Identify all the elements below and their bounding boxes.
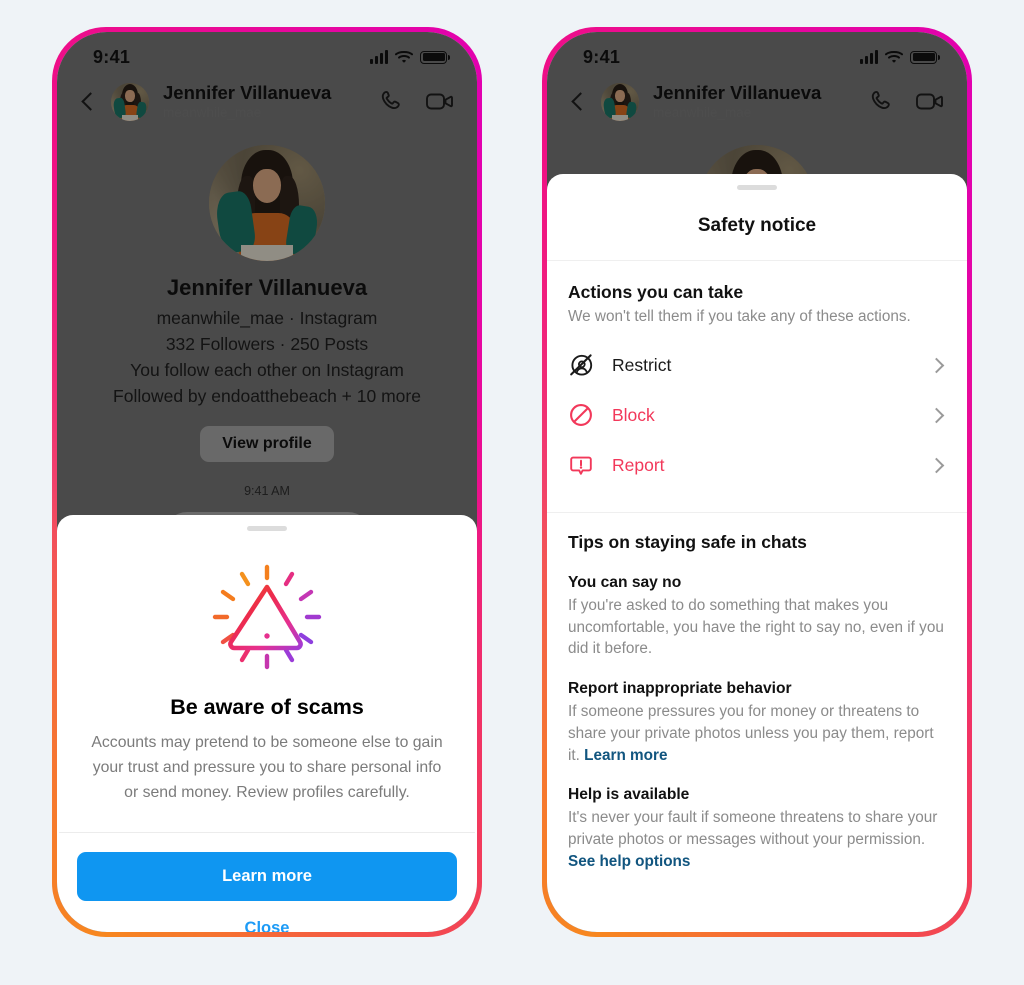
warning-triangle-burst-icon <box>204 561 330 677</box>
phone-mockup-left: 9:41 Jennifer Villanueva meanwhile_mae J… <box>52 27 482 937</box>
actions-list: Restrict Block Report <box>547 330 967 512</box>
see-help-options-link[interactable]: See help options <box>568 853 690 870</box>
tip-body: If you're asked to do something that mak… <box>568 595 946 660</box>
learn-more-link[interactable]: Learn more <box>584 747 667 764</box>
tip-body: It's never your fault if someone threate… <box>568 807 946 872</box>
action-row-report[interactable]: Report <box>568 440 946 490</box>
tip-body: If someone pressures you for money or th… <box>568 701 946 766</box>
action-row-block[interactable]: Block <box>568 390 946 440</box>
actions-subtext: We won't tell them if you take any of th… <box>568 308 911 325</box>
action-label: Restrict <box>612 354 672 375</box>
screenshot-stage: 9:41 Jennifer Villanueva meanwhile_mae J… <box>0 0 1024 985</box>
scam-dialog-description: Accounts may pretend to be someone else … <box>91 734 443 801</box>
tip-item: Help is available It's never your fault … <box>568 786 946 872</box>
tip-text: If you're asked to do something that mak… <box>568 597 944 658</box>
tips-heading: Tips on staying safe in chats <box>568 532 807 552</box>
learn-more-button[interactable]: Learn more <box>77 851 457 901</box>
safety-notice-sheet: Safety notice Actions you can take We wo… <box>547 174 967 932</box>
action-label: Report <box>612 454 665 475</box>
phone-mockup-right: 9:41 Jennifer Villanueva meanwhile_mae S… <box>542 27 972 937</box>
tip-title: Report inappropriate behavior <box>568 680 792 698</box>
scam-warning-sheet: Be aware of scams Accounts may pretend t… <box>57 515 477 932</box>
actions-section: Actions you can take We won't tell them … <box>547 261 967 330</box>
scam-dialog-title: Be aware of scams <box>170 695 364 719</box>
phone-screen-left: 9:41 Jennifer Villanueva meanwhile_mae J… <box>57 32 477 932</box>
chevron-right-icon <box>928 407 945 423</box>
action-label: Block <box>612 404 655 425</box>
restrict-icon <box>568 352 594 378</box>
safety-notice-title: Safety notice <box>697 215 817 236</box>
tip-item: Report inappropriate behavior If someone… <box>568 680 946 766</box>
chevron-right-icon <box>928 357 945 373</box>
tip-title: You can say no <box>568 574 682 591</box>
scam-dialog-body: Be aware of scams Accounts may pretend t… <box>57 531 477 832</box>
report-icon <box>568 452 594 478</box>
close-button[interactable]: Close <box>77 901 457 932</box>
tips-section: Tips on staying safe in chats You can sa… <box>547 513 967 896</box>
actions-heading: Actions you can take <box>568 282 744 302</box>
phone-screen-right: 9:41 Jennifer Villanueva meanwhile_mae S… <box>547 32 967 932</box>
action-row-restrict[interactable]: Restrict <box>568 340 946 390</box>
tip-title: Help is available <box>568 786 690 804</box>
tip-text: It's never your fault if someone threate… <box>568 809 938 849</box>
tip-item: You can say no If you're asked to do som… <box>568 574 946 660</box>
block-icon <box>568 402 594 428</box>
chevron-right-icon <box>928 457 945 473</box>
scam-dialog-actions: Learn more Close <box>57 833 477 932</box>
